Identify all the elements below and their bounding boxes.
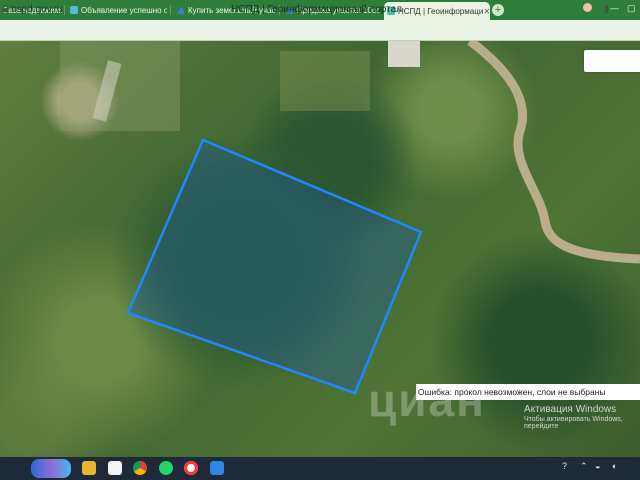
- address-url[interactable]: nspd.gov.ru: [11, 4, 63, 15]
- cian-favicon-icon: [177, 6, 185, 14]
- tray-chevron-icon[interactable]: ⌃: [580, 461, 588, 472]
- file-explorer-icon[interactable]: [82, 461, 96, 475]
- lock-icon: [2, 5, 9, 13]
- restore-icon[interactable]: ▢: [627, 3, 636, 14]
- chrome-icon[interactable]: [133, 461, 147, 475]
- windows-activation-notice: Активация Windows Чтобы активировать Win…: [524, 404, 640, 430]
- volume-icon[interactable]: ◖: [611, 461, 616, 471]
- windows-taskbar: [0, 457, 640, 480]
- whatsapp-icon[interactable]: [159, 461, 173, 475]
- network-icon[interactable]: ◒: [595, 461, 600, 471]
- tab-label: Объявление успешно оп: [81, 5, 167, 15]
- tab-separator: [64, 5, 65, 15]
- cian-watermark: циан: [368, 374, 486, 426]
- app-icon[interactable]: [210, 461, 224, 475]
- building-roof: [388, 41, 420, 67]
- land-parcel-outline[interactable]: [126, 138, 423, 395]
- tab-label: НСПД | Геоинформаци: [398, 6, 484, 16]
- help-icon[interactable]: ?: [562, 461, 567, 471]
- error-message: Ошибка: прокол невозможен, слои не выбра…: [416, 384, 640, 400]
- start-search-widget[interactable]: [31, 459, 71, 478]
- tab-separator: [170, 5, 171, 15]
- address-bar[interactable]: [0, 20, 640, 41]
- profile-avatar[interactable]: [583, 3, 592, 12]
- field-plot: [280, 51, 370, 111]
- activation-title: Активация Windows: [524, 404, 617, 415]
- garden-plots: [60, 41, 180, 131]
- page-title: НСПД | Геоинформационный портал: [231, 4, 402, 15]
- close-tab-icon[interactable]: ✕: [483, 7, 490, 16]
- tab-obyavlenie[interactable]: Объявление успешно оп: [67, 2, 167, 18]
- extension-icon[interactable]: ◐: [622, 4, 628, 15]
- minimize-icon[interactable]: —: [610, 3, 619, 13]
- store-icon[interactable]: [108, 461, 122, 475]
- new-tab-button[interactable]: +: [492, 4, 504, 16]
- activation-subtitle: Чтобы активировать Windows, перейдите: [524, 416, 623, 430]
- bookmark-icon[interactable]: ▮: [604, 4, 610, 15]
- tab-favicon-icon: [70, 6, 78, 14]
- dirt-road: [467, 41, 640, 264]
- yandex-browser-icon[interactable]: [184, 461, 198, 475]
- map-search-box[interactable]: [584, 50, 640, 72]
